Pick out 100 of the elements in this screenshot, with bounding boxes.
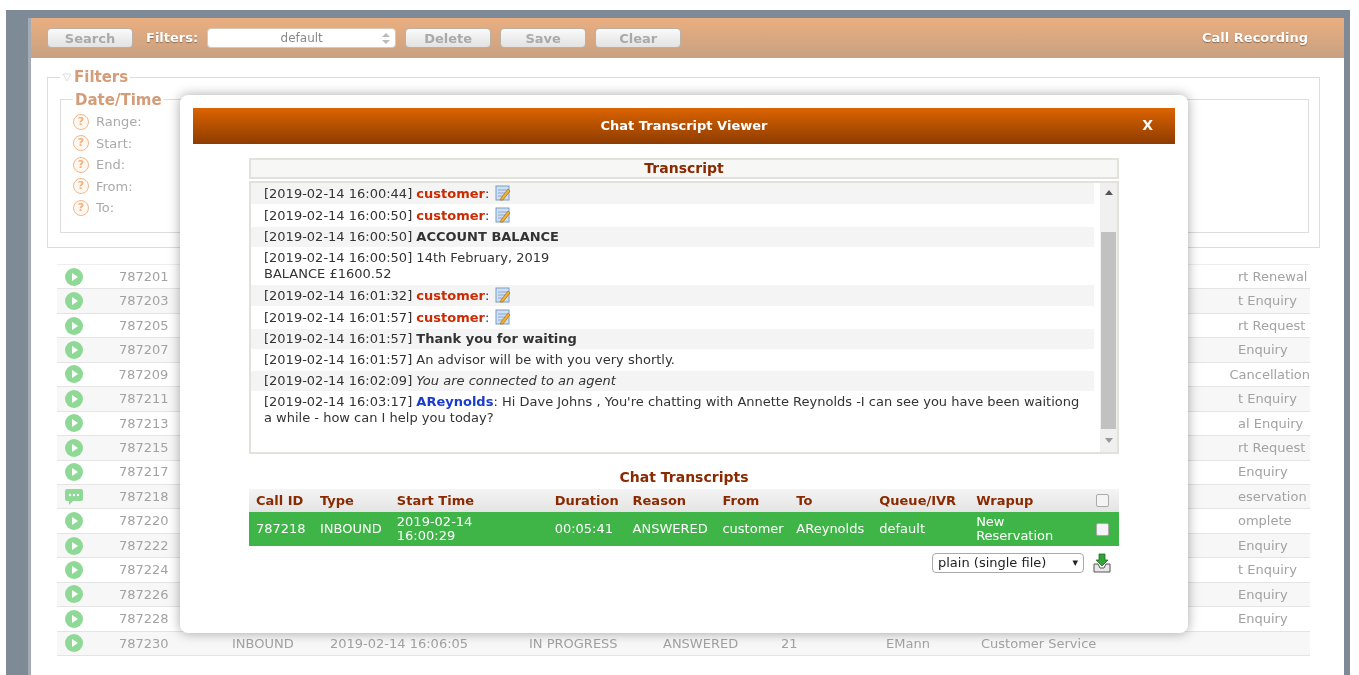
toolbar-button[interactable]: Search [47, 28, 133, 48]
transcript-entry: [2019-02-14 16:01:32] customer: [251, 285, 1094, 306]
play-icon[interactable] [65, 585, 83, 604]
call-row[interactable]: 787230 INBOUND 2019-02-14 16:06:05 IN PROGRESS ANSWERED 21 EMann Customer Service [57, 631, 1310, 656]
table-cell-text: 787218 [256, 522, 307, 536]
toolbar-button[interactable]: Clear [595, 28, 682, 48]
table-cell-text: 2019-02-14 16:00:29 [396, 515, 474, 543]
table-cell-text: 2019-02-14 16:06:05 [330, 634, 470, 653]
table-cell-text: INBOUND [319, 522, 383, 536]
play-icon[interactable] [65, 512, 83, 531]
table-cell-text: al Enquiry [1238, 414, 1304, 433]
table-cell-text: Enquiry [1238, 585, 1288, 604]
table-cell-text: Customer Service [981, 634, 1098, 653]
filter-label: Range: [96, 113, 142, 131]
transcript-title: Transcript [644, 159, 724, 178]
filter-select[interactable]: default [207, 28, 397, 48]
table-cell-text: customer [722, 522, 785, 536]
checkbox[interactable] [1096, 522, 1109, 536]
column-header[interactable]: Reason [632, 490, 723, 511]
table-cell-text: Cancellation [1229, 365, 1310, 384]
filters-label: Filters: [146, 29, 199, 48]
play-icon[interactable] [65, 414, 83, 433]
download-icon[interactable] [1092, 553, 1112, 573]
column-header[interactable]: From [722, 490, 797, 511]
call-id-cell-text: 787215 [119, 439, 170, 458]
column-header[interactable]: Type [319, 490, 397, 511]
play-icon[interactable] [65, 634, 83, 653]
table-cell-text: 21 [781, 634, 799, 653]
table-cell-text: Enquiry [1238, 536, 1288, 555]
table-cell-text: Enquiry [1238, 463, 1288, 482]
play-icon[interactable] [65, 438, 83, 457]
column-header[interactable]: Wrapup [976, 490, 1096, 511]
table-cell-text: New Reservation [976, 515, 1055, 543]
play-icon[interactable] [65, 292, 83, 311]
call-id-cell-text: 787201 [119, 267, 170, 286]
filter-label: End: [96, 156, 126, 174]
close-button[interactable]: X [1142, 118, 1153, 132]
filter-label: To: [96, 199, 115, 217]
play-icon[interactable] [65, 463, 83, 482]
transcript-entry: [2019-02-14 16:00:50] ACCOUNT BALANCE [251, 227, 1094, 247]
format-select[interactable]: plain (single file) ▾ [932, 553, 1084, 573]
filter-label: Start: [96, 134, 133, 153]
table-cell-text: omplete [1238, 512, 1292, 531]
play-icon[interactable] [65, 609, 83, 628]
collapse-triangle-icon[interactable] [62, 72, 72, 82]
filters-legend: Filters [74, 66, 129, 89]
table-cell-text: t Enquiry [1238, 390, 1297, 409]
call-id-cell-text: 787222 [119, 536, 170, 555]
scrollbar[interactable] [1100, 183, 1117, 452]
play-icon[interactable] [65, 341, 83, 360]
note-icon[interactable] [495, 287, 512, 303]
table-cell-text: IN PROGRESS [529, 634, 619, 653]
column-header[interactable]: Queue/IVR [879, 490, 977, 511]
table-cell-text: rt Request [1238, 439, 1306, 458]
column-header[interactable]: Duration [554, 490, 633, 511]
table-cell-text: t Enquiry [1238, 292, 1297, 311]
toolbar-button[interactable]: Delete [405, 28, 492, 48]
transcript-entry: [2019-02-14 16:00:44] customer: [251, 183, 1094, 204]
updown-arrows-icon [382, 33, 391, 44]
play-icon[interactable] [65, 536, 83, 555]
table-cell-text: Enquiry [1238, 610, 1288, 629]
call-id-cell-text: 787203 [119, 292, 170, 311]
chat-row[interactable]: 787218 INBOUND 2019-02-14 16:00:29 00:05:41 ANSWERED customer AReynolds default New Reservation [249, 512, 1119, 546]
table-cell-text: INBOUND [232, 634, 295, 653]
call-id-cell-text: 787228 [119, 610, 170, 629]
chat-transcripts-title: Chat Transcripts [619, 469, 749, 485]
table-cell-text: Enquiry [1238, 341, 1288, 360]
filter-label: From: [96, 177, 133, 196]
chat-bubble-icon[interactable] [65, 487, 83, 506]
call-id-cell-text: 787218 [119, 487, 170, 506]
play-icon[interactable] [65, 389, 83, 408]
table-cell-text: eservation [1238, 487, 1307, 506]
call-id-cell-text: 787226 [119, 585, 170, 604]
table-cell-text: AReynolds [796, 522, 866, 536]
note-icon[interactable] [495, 309, 512, 325]
table-cell-text: rt Request [1238, 316, 1306, 335]
transcript-entry: [2019-02-14 16:01:57] Thank you for waiting [251, 329, 1094, 349]
note-icon[interactable] [495, 185, 512, 201]
table-cell-text: 00:05:41 [554, 522, 615, 536]
play-icon[interactable] [65, 316, 83, 335]
table-cell-text: ANSWERED [632, 522, 709, 536]
table-cell-text: ANSWERED [663, 634, 740, 653]
column-header[interactable]: Start Time [396, 490, 555, 511]
column-header[interactable]: Call ID [256, 490, 320, 511]
toolbar-button[interactable]: Save [500, 28, 587, 48]
column-header[interactable]: To [796, 490, 880, 511]
table-cell-text: EMann [886, 634, 931, 653]
checkbox[interactable] [1096, 494, 1109, 507]
table-cell-text: rt Renewal [1238, 267, 1308, 286]
play-icon[interactable] [65, 365, 83, 384]
call-id-cell-text: 787217 [119, 463, 170, 482]
call-id-cell-text: 787205 [119, 316, 170, 335]
call-id-cell-text: 787207 [119, 341, 170, 360]
scroll-up-icon[interactable] [1104, 190, 1113, 195]
play-icon[interactable] [65, 560, 83, 579]
call-id-cell-text: 787211 [119, 390, 170, 409]
note-icon[interactable] [495, 207, 512, 223]
call-id-cell-text: 787220 [119, 512, 170, 531]
table-cell-text: t Enquiry [1238, 561, 1297, 580]
play-icon[interactable] [65, 267, 83, 286]
